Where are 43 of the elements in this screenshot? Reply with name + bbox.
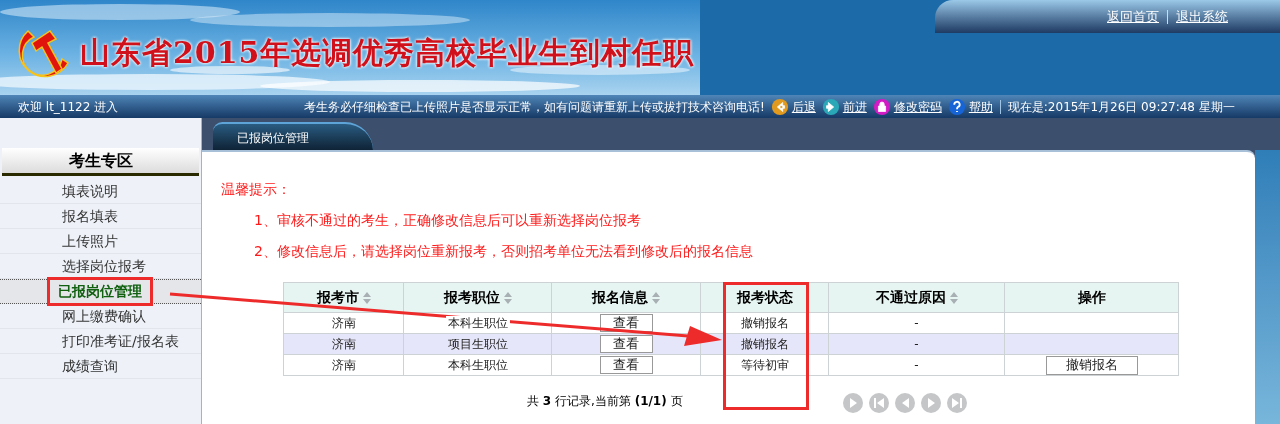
toolbar-link[interactable]: 后退: [770, 97, 816, 116]
toolbar-link[interactable]: 帮助: [947, 97, 993, 116]
toolbar-link[interactable]: 前进: [821, 97, 867, 116]
tip-text: 2、修改信息后，请选择岗位重新报考，否则招考单位无法看到修改后的报名信息: [253, 242, 754, 261]
column-header: 操作: [1004, 282, 1179, 313]
sidebar-item[interactable]: 报名填表: [0, 204, 201, 229]
datetime-text: 现在是:2015年1月26日 09:27:48 星期一: [1007, 98, 1235, 116]
sidebar-item[interactable]: 已报岗位管理: [0, 279, 201, 304]
sidebar-item[interactable]: 填表说明: [0, 179, 201, 204]
nav-link[interactable]: 退出系统: [1176, 6, 1228, 27]
tip-text: 1、审核不通过的考生，正确修改信息后可以重新选择岗位报考: [253, 211, 642, 230]
table-cell: 济南: [283, 354, 404, 376]
table-cell: 本科生职位: [445, 316, 510, 330]
sidebar-header: 考生专区: [2, 148, 199, 176]
toolbar-link[interactable]: 修改密码: [872, 97, 942, 116]
table-cell: -: [828, 354, 1005, 376]
column-header: 报考状态: [700, 282, 829, 313]
table-cell: 本科生职位: [445, 358, 510, 372]
table-cell: -: [828, 333, 1005, 355]
table-cell: 济南: [283, 312, 404, 334]
sidebar-item[interactable]: 打印准考证/报名表: [0, 329, 201, 354]
table-cell: 等待初审: [700, 354, 829, 376]
nav-link[interactable]: 返回首页: [1107, 6, 1159, 27]
view-button[interactable]: 查看: [599, 334, 653, 353]
cancel-button[interactable]: 撤销报名: [1045, 355, 1138, 375]
table-cell: -: [828, 312, 1005, 334]
view-button[interactable]: 查看: [599, 355, 653, 374]
notice-text: 考生务必仔细检查已上传照片是否显示正常，如有问题请重新上传或拔打技术咨询电话!: [304, 98, 765, 116]
table-cell: 项目生职位: [445, 337, 510, 351]
view-button[interactable]: 查看: [599, 313, 653, 332]
sidebar-item[interactable]: 网上缴费确认: [0, 304, 201, 329]
table-cell: 济南: [283, 333, 404, 355]
welcome-text: 欢迎 lt_1122 进入: [18, 98, 120, 116]
tab[interactable]: 已报岗位管理: [213, 122, 373, 150]
site-title: 山东省2015年选调优秀高校毕业生到村任职: [80, 34, 695, 72]
column-header[interactable]: 不通过原因: [828, 282, 1005, 313]
tips-title: 温馨提示：: [221, 180, 292, 199]
column-header[interactable]: 报名信息: [551, 282, 701, 313]
sidebar-item[interactable]: 成绩查询: [0, 354, 201, 379]
record-summary: 共 3 行记录,当前第 (1/1) 页: [527, 393, 684, 410]
column-header[interactable]: 报考市: [283, 282, 404, 313]
column-header[interactable]: 报考职位: [403, 282, 552, 313]
sidebar-item[interactable]: 上传照片: [0, 229, 201, 254]
